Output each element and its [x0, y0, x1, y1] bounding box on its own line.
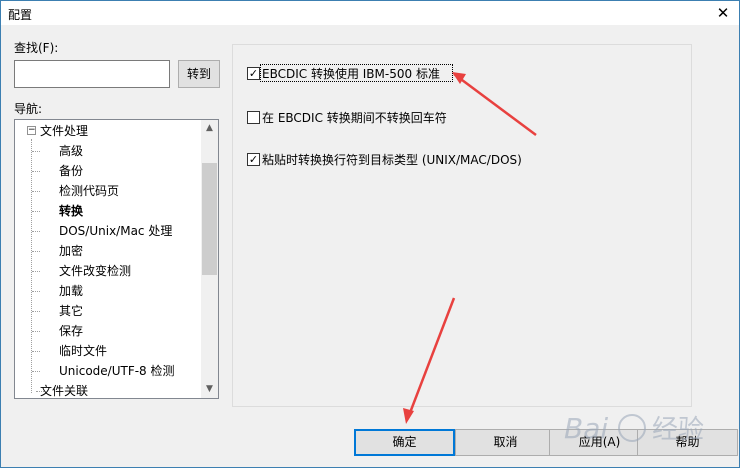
svg-text:经验: 经验 — [652, 415, 704, 445]
baidu-watermark: Bai 经验 — [564, 412, 704, 445]
annotation-layer — [403, 72, 537, 424]
annotation-arrowhead-bottom — [403, 408, 414, 424]
annotation-arrow-top — [453, 72, 537, 137]
svg-text:Bai: Bai — [564, 412, 608, 445]
annotation-arrow-bottom — [406, 297, 456, 419]
